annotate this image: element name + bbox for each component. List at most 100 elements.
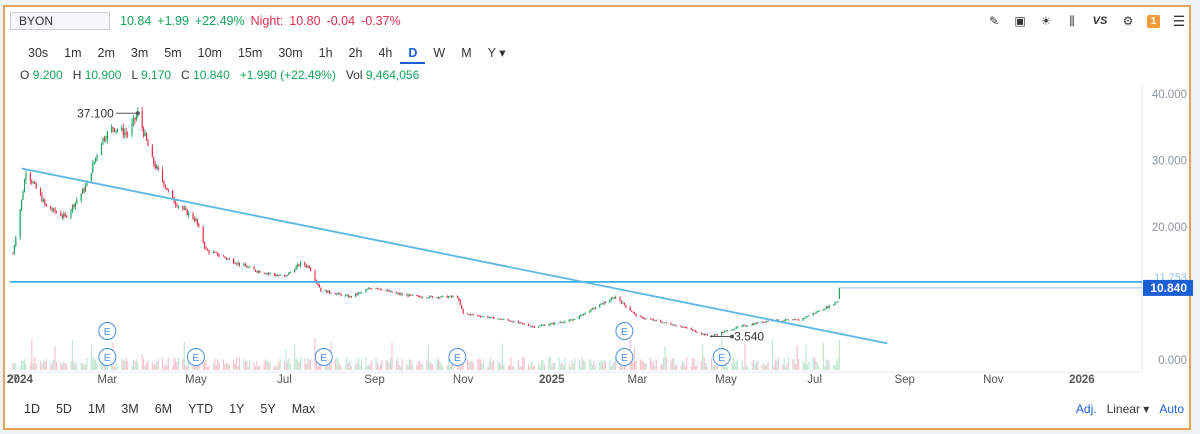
volume-bar: [294, 345, 296, 370]
price-chart[interactable]: 11.75310.840 E E E E E EE E 37.1003.540 40.000…: [0, 0, 1200, 434]
candle-body: [389, 291, 392, 292]
volume-bar: [60, 362, 62, 370]
volume-bar: [295, 359, 297, 370]
volume-bar: [208, 365, 210, 370]
candle-body: [639, 316, 641, 317]
candle-body: [490, 316, 492, 318]
candle-body: [298, 264, 300, 266]
volume-bar: [164, 364, 166, 370]
candle-body: [683, 326, 685, 328]
earnings-marker-label: E: [104, 352, 111, 364]
volume-bar: [761, 364, 763, 370]
candle-body: [318, 285, 320, 288]
volume-bar: [153, 363, 155, 370]
candle-body: [314, 271, 316, 280]
volume-bar: [837, 357, 839, 370]
scale-type-dropdown[interactable]: Linear ▾: [1107, 402, 1150, 416]
range-option[interactable]: 1M: [80, 402, 113, 416]
candle-body: [327, 290, 329, 293]
candle-body: [350, 296, 352, 297]
volume-bar: [732, 357, 734, 370]
candle-body: [673, 324, 675, 326]
volume-bar: [533, 365, 535, 370]
candle-body: [233, 258, 235, 264]
volume-bar: [774, 359, 777, 370]
volume-bar: [147, 360, 149, 370]
volume-bar: [410, 360, 412, 370]
candle-body: [395, 292, 397, 294]
volume-bar: [777, 357, 779, 370]
volume-bar: [715, 365, 717, 370]
candle-body: [263, 272, 265, 274]
volume-bar: [673, 358, 675, 370]
volume-bar: [562, 365, 564, 370]
annotation-dot: [135, 111, 140, 116]
volume-bar: [559, 364, 562, 370]
candle-body: [559, 322, 562, 324]
volume-bar: [176, 362, 178, 370]
volume-bar: [635, 360, 637, 370]
candle-body: [825, 306, 827, 309]
candle-body: [802, 317, 804, 321]
candle-body: [795, 319, 797, 321]
candle-body: [167, 190, 169, 191]
candle-body: [815, 311, 817, 314]
candle-body: [838, 287, 840, 299]
candle-body: [177, 206, 180, 208]
volume-bar: [805, 344, 807, 370]
candle-body: [827, 306, 829, 308]
volume-bar: [308, 359, 310, 370]
candle-body: [593, 308, 595, 310]
x-tick-label: Jul: [277, 374, 292, 386]
volume-bar: [500, 364, 502, 370]
volume-bar: [764, 365, 766, 370]
range-option[interactable]: 5D: [48, 402, 80, 416]
volume-bar: [690, 366, 692, 370]
candle-body: [554, 322, 556, 325]
candle-body: [755, 322, 758, 324]
volume-bar: [834, 365, 836, 370]
candle-body: [103, 137, 105, 141]
candle-body: [96, 155, 98, 158]
candle-body: [654, 319, 656, 321]
candle-body: [792, 319, 794, 321]
volume-bar: [346, 357, 348, 370]
range-option[interactable]: 1D: [16, 402, 48, 416]
candle-body: [745, 325, 747, 327]
candle-body: [604, 302, 607, 303]
volume-bar: [145, 362, 148, 370]
range-option[interactable]: 6M: [147, 402, 180, 416]
candle-body: [64, 213, 66, 216]
candle-body: [722, 332, 724, 333]
volume-bar: [113, 366, 116, 370]
candle-body: [571, 319, 573, 321]
candle-body: [805, 316, 807, 318]
candle-body: [217, 252, 219, 256]
candle-body: [552, 323, 554, 325]
volume-bar: [217, 359, 219, 370]
auto-scale-toggle[interactable]: Auto: [1159, 402, 1184, 416]
candle-body: [193, 218, 196, 221]
candle-body: [124, 132, 126, 135]
range-option[interactable]: 1Y: [221, 402, 252, 416]
candle-body: [520, 322, 522, 324]
candle-body: [66, 215, 68, 218]
volume-bar: [437, 357, 440, 370]
volume-bar: [205, 359, 207, 370]
volume-bar: [80, 362, 82, 370]
volume-bar: [234, 363, 236, 370]
candle-body: [726, 330, 729, 332]
volume-bar: [478, 358, 480, 370]
range-option[interactable]: 3M: [113, 402, 146, 416]
candle-body: [715, 334, 717, 336]
range-option[interactable]: Max: [284, 402, 324, 416]
volume-bar: [356, 363, 358, 370]
volume-bar: [64, 363, 66, 370]
volume-bar: [305, 364, 307, 370]
range-option[interactable]: YTD: [180, 402, 221, 416]
volume-bar: [642, 361, 644, 370]
candle-body: [751, 323, 753, 326]
volume-bar: [493, 359, 495, 370]
adjusted-toggle[interactable]: Adj.: [1076, 402, 1097, 416]
range-option[interactable]: 5Y: [252, 402, 283, 416]
